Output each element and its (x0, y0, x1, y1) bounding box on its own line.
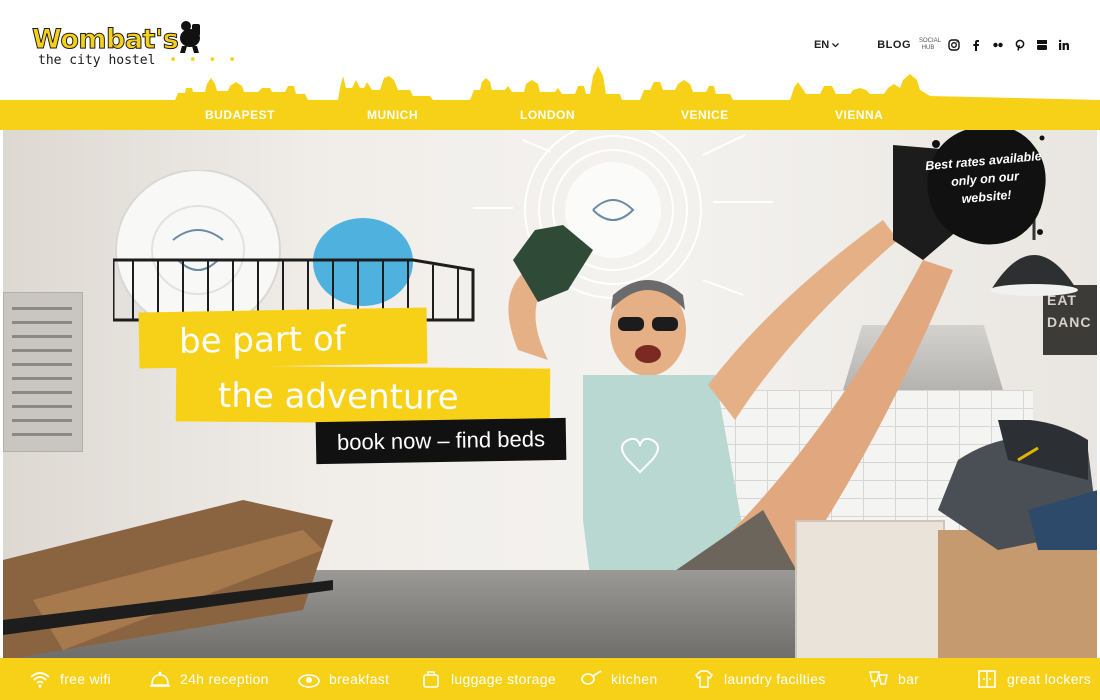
top-navigation: EN BLOG SOCIAL HUB (814, 38, 1070, 52)
amenity-label: laundry facilties (724, 671, 826, 687)
blog-link[interactable]: BLOG (877, 39, 911, 51)
logo-wordmark: Wombat's (31, 24, 179, 56)
facebook-icon[interactable] (969, 39, 982, 52)
instagram-icon[interactable] (947, 39, 960, 52)
bar-icon (866, 668, 890, 690)
luggage-icon (419, 668, 443, 690)
amenity-great-lockers: great lockers (975, 668, 1091, 690)
amenity-label: bar (898, 671, 920, 687)
language-selector[interactable]: EN (813, 39, 840, 51)
amenity-label: breakfast (329, 671, 390, 687)
amenity-laundry: laundry facilties (692, 668, 826, 690)
amenity-label: free wifi (60, 671, 111, 687)
amenity-label: luggage storage (451, 671, 556, 687)
kitchen-icon (579, 668, 603, 690)
city-link-venice[interactable]: VENICE (681, 108, 729, 122)
pinterest-icon[interactable] (1013, 39, 1026, 52)
social-links (947, 39, 1070, 52)
headline-line-2: the adventure (217, 375, 459, 418)
wifi-icon (28, 668, 52, 690)
amenity-label: kitchen (611, 671, 658, 687)
city-link-london[interactable]: LONDON (520, 108, 575, 122)
social-hub-label: SOCIAL HUB (919, 38, 942, 51)
chevron-down-icon (832, 42, 840, 47)
amenity-free-wifi: free wifi (28, 668, 111, 690)
amenities-bar: free wifi 24h reception breakfast luggag… (0, 658, 1100, 700)
linkedin-icon[interactable] (1057, 39, 1070, 52)
backpack-illustration (938, 420, 1097, 550)
book-now-button[interactable]: book now – find beds (315, 417, 567, 465)
headline-line-1: be part of (178, 318, 346, 362)
amenity-kitchen: kitchen (579, 668, 657, 690)
reception-bell-icon (148, 668, 172, 690)
headline-line-2-box: the adventure (175, 365, 551, 425)
city-link-budapest[interactable]: BUDAPEST (205, 108, 275, 122)
headline-line-1-box: be part of (138, 307, 428, 369)
amenity-24h-reception: 24h reception (148, 668, 269, 690)
kitchen-shelf (795, 520, 945, 658)
hero-banner: EAT DANC be part of the adventure book n… (3, 130, 1097, 658)
breakfast-icon (297, 668, 321, 690)
youtube-icon[interactable] (1035, 39, 1048, 52)
best-rates-badge-text[interactable]: Best rates available only on our website… (924, 147, 1046, 211)
city-link-vienna[interactable]: VIENNA (835, 108, 883, 122)
language-label: EN (813, 39, 830, 51)
wombat-mascot-icon (180, 21, 200, 53)
city-link-munich[interactable]: MUNICH (367, 108, 418, 122)
amenity-breakfast: breakfast (297, 668, 389, 690)
amenity-bar: bar (866, 668, 919, 690)
amenity-label: 24h reception (180, 671, 269, 687)
laundry-icon (692, 668, 716, 690)
city-navigation: BUDAPEST MUNICH LONDON VENICE VIENNA (0, 108, 1100, 128)
locker-icon (975, 668, 999, 690)
wall-notice-board (3, 292, 83, 452)
cutting-boards-illustration (3, 500, 333, 658)
logo[interactable]: Wombat's the city hostel • • • • (31, 21, 238, 68)
amenity-label: great lockers (1007, 671, 1092, 687)
amenity-luggage-storage: luggage storage (419, 668, 556, 690)
flickr-icon[interactable] (991, 39, 1004, 52)
